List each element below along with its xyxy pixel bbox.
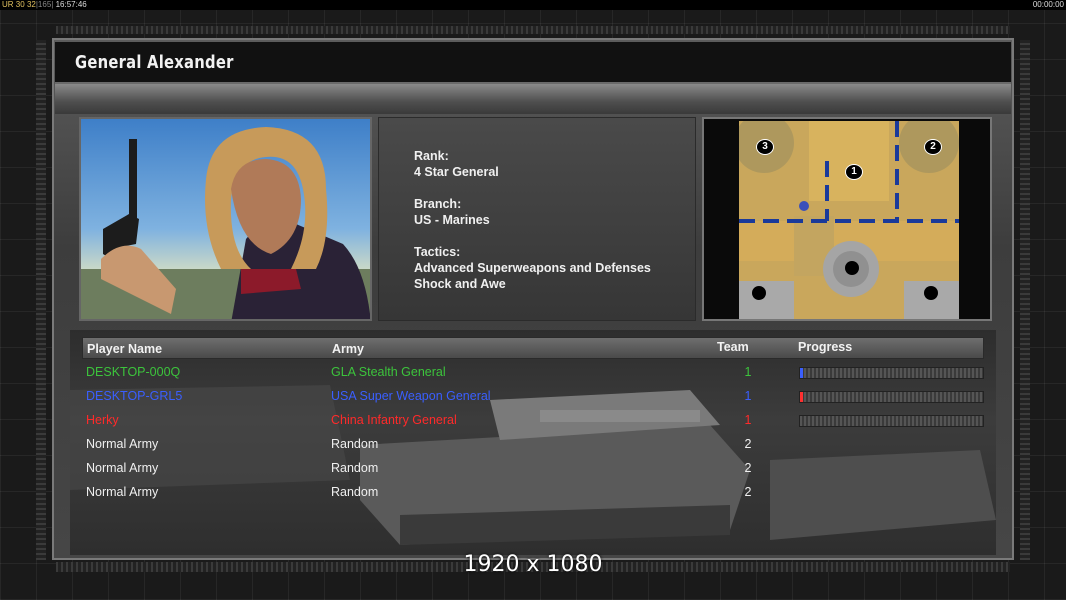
title-bar: General Alexander [55,42,1011,84]
hud-prefix: UR [2,0,14,9]
army-select[interactable]: Random [331,485,378,499]
progress-fill [800,392,803,402]
team-value[interactable]: 2 [738,437,758,451]
portrait-art [81,127,370,319]
start-marker-2: 2 [924,139,942,155]
player-name[interactable]: DESKTOP-000Q [86,365,180,379]
top-rail [56,26,1010,34]
player-name[interactable]: Normal Army [86,461,158,475]
start-marker-1: 1 [845,164,863,180]
team-value[interactable]: 1 [738,389,758,403]
header-army: Army [332,342,364,356]
branch-label: Branch: [414,197,462,211]
tactics-line-2: Shock and Awe [414,277,506,291]
general-name: General Alexander [75,52,234,73]
right-rail [1020,40,1030,560]
table-header: Player Name Army Team Progress [82,337,984,359]
team-value[interactable]: 1 [738,413,758,427]
player-name[interactable]: Normal Army [86,437,158,451]
general-portrait [79,117,372,321]
tactics-line-1: Advanced Superweapons and Defenses [414,261,651,275]
hud-timer: 00:00:00 [1032,0,1064,9]
hud-stat-b: 32 [26,0,36,9]
player-table-background [70,330,996,555]
progress-bar [799,391,984,403]
hud-stats: UR 30 32|165| 16:57:46 [2,0,87,9]
team-value[interactable]: 2 [738,461,758,475]
hud-stat-c: 165 [37,0,52,9]
player-name[interactable]: Normal Army [86,485,158,499]
player-name[interactable]: Herky [86,413,119,427]
tactics-label: Tactics: [414,245,461,259]
player-name[interactable]: DESKTOP-GRL5 [86,389,182,403]
tank-artwork [70,385,996,545]
army-select[interactable]: Random [331,461,378,475]
rank-label: Rank: [414,149,449,163]
hud-stat-a: 30 [15,0,25,9]
rank-value: 4 Star General [414,165,499,179]
start-marker-3: 3 [756,139,774,155]
army-select[interactable]: China Infantry General [331,413,457,427]
progress-bar [799,367,984,379]
progress-bar [799,415,984,427]
team-value[interactable]: 2 [738,485,758,499]
progress-fill [800,368,803,378]
resolution-label: 1920 x 1080 [463,552,603,577]
header-progress: Progress [798,340,853,354]
general-info-panel: Rank: 4 Star General Branch: US - Marine… [378,117,696,321]
header-band [55,84,1011,114]
left-rail [36,40,46,560]
army-select[interactable]: Random [331,437,378,451]
team-value[interactable]: 1 [738,365,758,379]
header-player-name: Player Name [87,342,163,356]
army-select[interactable]: GLA Stealth General [331,365,446,379]
map-preview: 3 2 1 [739,121,959,319]
hud-bar: UR 30 32|165| 16:57:46 00:00:00 [0,0,1066,10]
header-team: Team [717,340,749,354]
army-select[interactable]: USA Super Weapon General [331,389,491,403]
branch-value: US - Marines [414,213,490,227]
hud-clock: 16:57:46 [55,0,87,9]
map-preview-frame: 3 2 1 [702,117,992,321]
